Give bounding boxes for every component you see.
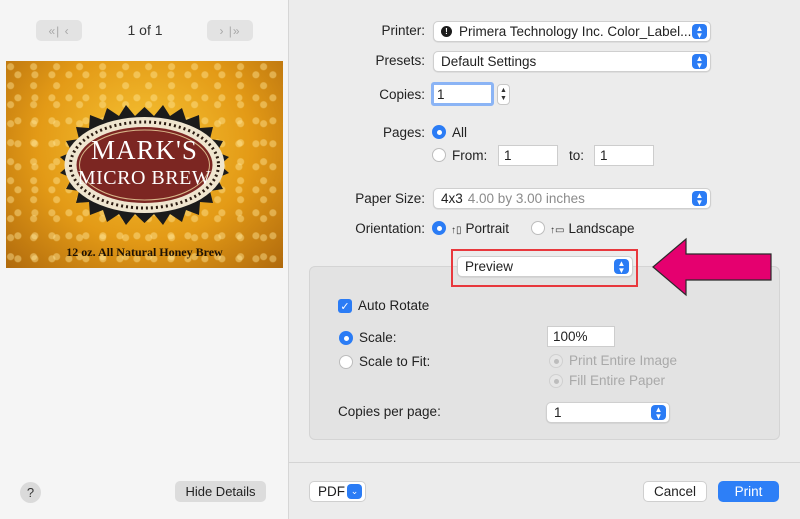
paper-size-label: Paper Size: — [355, 191, 425, 206]
annotation-arrow — [652, 237, 772, 297]
print-entire-image-radio[interactable] — [549, 354, 563, 368]
pages-all-label: All — [452, 125, 468, 140]
landscape-label: Landscape — [568, 221, 635, 236]
orientation-label: Orientation: — [355, 221, 425, 236]
pages-from-label: From: — [452, 148, 488, 163]
scale-field[interactable]: 100% — [547, 326, 615, 347]
chevron-updown-icon: ▲ ▼ — [692, 191, 707, 206]
portrait-label: Portrait — [465, 221, 510, 236]
previous-page-icon: «| ‹ — [48, 23, 70, 38]
copies-per-page-select[interactable]: 1 ▲ ▼ — [546, 402, 670, 423]
paper-size-value: 4x3 — [441, 191, 463, 206]
help-button[interactable]: ? — [20, 482, 41, 503]
printer-label: Printer: — [381, 23, 425, 38]
copies-label: Copies: — [379, 87, 425, 102]
next-page-icon: › |» — [219, 23, 241, 38]
orientation-portrait-option: ↑▯ Portrait — [451, 221, 509, 236]
pdf-label: PDF — [318, 484, 345, 499]
pages-range-radio[interactable] — [432, 148, 446, 162]
printer-select-value: Primera Technology Inc. Color_Label... — [459, 24, 692, 39]
chevron-updown-icon: ▲ ▼ — [651, 405, 666, 420]
orientation-landscape-option: ↑▭ Landscape — [550, 221, 635, 236]
chevron-updown-icon: ▲ ▼ — [692, 24, 707, 39]
pages-label: Pages: — [382, 125, 425, 140]
cancel-button[interactable]: Cancel — [643, 481, 707, 502]
next-page-button[interactable]: › |» — [207, 20, 253, 41]
print-button[interactable]: Print — [718, 481, 779, 502]
print-entire-image-label: Print Entire Image — [569, 353, 678, 368]
copies-per-page-label: Copies per page: — [338, 404, 441, 419]
pdf-menu-button[interactable]: PDF ⌄ — [309, 481, 366, 502]
orientation-landscape-radio[interactable] — [531, 221, 545, 235]
auto-rotate-label: Auto Rotate — [358, 298, 430, 313]
hide-details-button[interactable]: Hide Details — [175, 481, 266, 502]
auto-rotate-checkbox[interactable]: ✓ — [338, 299, 352, 313]
paper-size-select[interactable]: 4x3 4.00 by 3.00 inches ▲ ▼ — [433, 188, 711, 209]
page-indicator: 1 of 1 — [127, 22, 163, 38]
section-menu-select[interactable]: Preview ▲ ▼ — [457, 256, 633, 277]
scale-radio[interactable] — [339, 331, 353, 345]
landscape-orientation-icon: ↑▭ — [550, 225, 565, 236]
portrait-orientation-icon: ↑▯ — [451, 225, 462, 236]
copies-per-page-value: 1 — [554, 405, 562, 420]
copies-stepper[interactable]: ▲ ▼ — [497, 84, 510, 105]
presets-select-value: Default Settings — [441, 54, 537, 69]
label-preview-thumbnail: MARK'S MICRO BREW 12 oz. All Natural Hon… — [6, 61, 283, 268]
section-menu-value: Preview — [465, 259, 514, 274]
checkmark-icon: ✓ — [340, 300, 350, 313]
printer-select[interactable]: ! Primera Technology Inc. Color_Label...… — [433, 21, 711, 42]
label-title-line2: MICRO BREW — [77, 167, 212, 189]
fill-entire-paper-radio[interactable] — [549, 374, 563, 388]
pages-to-label: to: — [569, 148, 585, 163]
scale-to-fit-radio[interactable] — [339, 355, 353, 369]
chevron-down-icon: ⌄ — [347, 484, 362, 499]
paper-size-dimensions: 4.00 by 3.00 inches — [467, 191, 585, 206]
pages-to-field[interactable]: 1 — [594, 145, 654, 166]
chevron-updown-icon: ▲ ▼ — [692, 54, 707, 69]
presets-select[interactable]: Default Settings ▲ ▼ — [433, 51, 711, 72]
pages-all-radio[interactable] — [432, 125, 446, 139]
previous-page-button[interactable]: «| ‹ — [36, 20, 82, 41]
copies-field[interactable]: 1 — [431, 82, 494, 106]
label-tagline: 12 oz. All Natural Honey Brew — [66, 245, 223, 259]
preview-pane: «| ‹ 1 of 1 › |» MARK'S MICRO BREW 12 oz… — [0, 0, 289, 519]
footer-divider — [289, 462, 800, 463]
scale-label: Scale: — [359, 330, 397, 345]
fill-entire-paper-label: Fill Entire Paper — [569, 373, 666, 388]
printer-status-icon: ! — [441, 26, 452, 37]
label-title-line1: MARK'S — [91, 135, 198, 165]
pages-from-field[interactable]: 1 — [498, 145, 558, 166]
scale-to-fit-label: Scale to Fit: — [359, 354, 431, 369]
question-mark-icon: ? — [26, 485, 35, 500]
presets-label: Presets: — [375, 53, 425, 68]
chevron-updown-icon: ▲ ▼ — [614, 259, 629, 274]
orientation-portrait-radio[interactable] — [432, 221, 446, 235]
